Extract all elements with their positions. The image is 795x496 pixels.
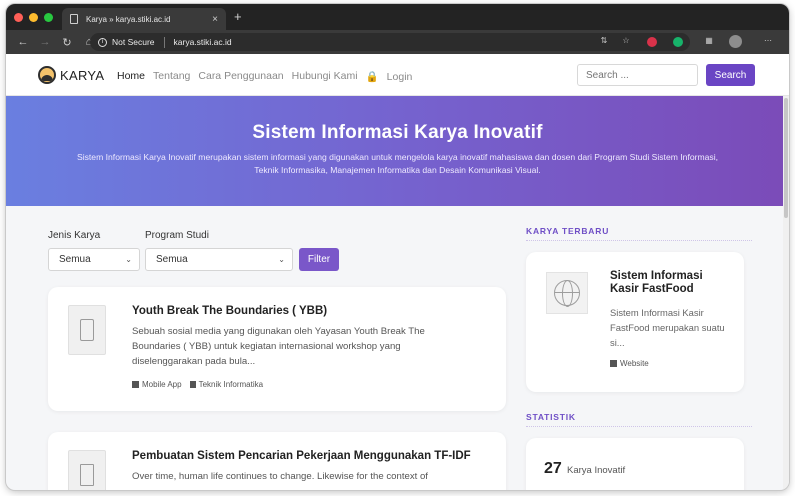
back-icon[interactable]: ← bbox=[12, 36, 34, 48]
karya-card[interactable]: Pembuatan Sistem Pencarian Pekerjaan Men… bbox=[48, 432, 506, 490]
hero-subtitle: Sistem Informasi Karya Inovatif merupaka… bbox=[76, 152, 718, 175]
karya-card[interactable]: Youth Break The Boundaries ( YBB) Sebuah… bbox=[48, 287, 506, 411]
card-prodi[interactable]: Teknik Informatika bbox=[189, 380, 264, 389]
tab-title: Karya » karya.stiki.ac.id bbox=[86, 14, 171, 24]
chevron-down-icon: ⌄ bbox=[125, 255, 132, 264]
url-text: karya.stiki.ac.id bbox=[173, 37, 232, 47]
tab-close-icon[interactable]: × bbox=[212, 14, 218, 25]
filter-button[interactable]: Filter bbox=[299, 248, 339, 271]
card-description: Sebuah sosial media yang digunakan oleh … bbox=[132, 326, 425, 367]
statistik-heading: STATISTIK bbox=[526, 412, 576, 422]
nav-item-tentang[interactable]: Tentang bbox=[153, 70, 190, 83]
browser-tab[interactable]: Karya » karya.stiki.ac.id × bbox=[62, 8, 226, 30]
brand[interactable]: KARYA bbox=[38, 66, 104, 84]
website-globe-icon bbox=[546, 272, 588, 314]
scrollbar[interactable] bbox=[783, 96, 789, 490]
jenis-karya-value: Semua bbox=[59, 254, 91, 265]
security-label: Not Secure bbox=[112, 37, 155, 47]
divider bbox=[526, 240, 752, 241]
program-studi-value: Semua bbox=[156, 254, 188, 265]
stat-card: 27 Karya Inovatif bbox=[526, 438, 744, 490]
program-studi-label: Program Studi bbox=[145, 230, 209, 241]
search-button[interactable]: Search bbox=[706, 64, 755, 86]
site-navbar: KARYA Home Tentang Cara Penggunaan Hubun… bbox=[6, 54, 789, 96]
document-icon bbox=[68, 450, 106, 490]
nav-item-home[interactable]: Home bbox=[117, 70, 145, 83]
stat-value: 27 bbox=[544, 460, 562, 477]
card-type-label: Mobile App bbox=[142, 380, 182, 389]
nav-item-hubungi-kami[interactable]: Hubungi Kami bbox=[292, 70, 358, 83]
login-label: Login bbox=[386, 71, 413, 83]
minimize-window-button[interactable] bbox=[29, 13, 38, 22]
scrollbar-thumb[interactable] bbox=[784, 98, 788, 218]
jenis-karya-select[interactable]: Semua ⌄ bbox=[48, 248, 140, 271]
hero-banner: Sistem Informasi Karya Inovatif Sistem I… bbox=[6, 96, 789, 206]
stat-label: Karya Inovatif bbox=[567, 465, 626, 476]
forward-icon[interactable]: → bbox=[34, 36, 56, 48]
more-menu-icon[interactable]: ⋯ bbox=[762, 34, 774, 46]
new-tab-button[interactable]: + bbox=[234, 9, 242, 24]
close-window-button[interactable] bbox=[14, 13, 23, 22]
extension-grammarly-icon[interactable] bbox=[673, 37, 683, 47]
omnibox-divider bbox=[163, 36, 165, 48]
page-icon bbox=[70, 14, 78, 24]
translate-icon[interactable]: ⇅ bbox=[598, 34, 610, 46]
program-studi-select[interactable]: Semua ⌄ bbox=[145, 248, 293, 271]
chevron-down-icon: ⌄ bbox=[278, 255, 285, 264]
card-title[interactable]: Pembuatan Sistem Pencarian Pekerjaan Men… bbox=[132, 450, 471, 462]
card-title[interactable]: Youth Break The Boundaries ( YBB) bbox=[132, 305, 327, 317]
card-type[interactable]: Mobile App bbox=[132, 380, 182, 389]
browser-window: Karya » karya.stiki.ac.id × + ← → ↻ ⌂ i … bbox=[6, 4, 789, 490]
latest-karya-title[interactable]: Sistem Informasi Kasir FastFood bbox=[610, 270, 730, 296]
jenis-karya-label: Jenis Karya bbox=[48, 230, 101, 241]
card-prodi-label: Teknik Informatika bbox=[198, 380, 264, 389]
reload-icon[interactable]: ↻ bbox=[56, 36, 78, 49]
collections-icon[interactable]: ▦ bbox=[703, 34, 715, 46]
search-input[interactable] bbox=[577, 64, 698, 86]
latest-karya-description: Sistem Informasi Kasir FastFood merupaka… bbox=[610, 307, 725, 348]
lock-icon: 🔒 bbox=[365, 71, 379, 83]
extension-ublock-icon[interactable] bbox=[647, 37, 657, 47]
card-description: Over time, human life continues to chang… bbox=[132, 471, 428, 482]
hero-title: Sistem Informasi Karya Inovatif bbox=[252, 122, 543, 143]
divider bbox=[526, 426, 752, 427]
title-bar: Karya » karya.stiki.ac.id × + bbox=[6, 4, 789, 30]
window-controls bbox=[14, 13, 53, 22]
profile-avatar[interactable] bbox=[729, 35, 742, 48]
address-bar: ← → ↻ ⌂ i Not Secure karya.stiki.ac.id ⇅… bbox=[6, 30, 789, 54]
card-meta: Mobile App Teknik Informatika bbox=[132, 380, 263, 389]
info-icon[interactable]: i bbox=[98, 37, 107, 47]
karya-terbaru-heading: KARYA TERBARU bbox=[526, 226, 610, 236]
latest-karya-type-label: Website bbox=[620, 359, 649, 368]
favorite-star-icon[interactable]: ☆ bbox=[620, 34, 632, 46]
latest-karya-type[interactable]: Website bbox=[610, 359, 649, 368]
bookmark-icon bbox=[189, 381, 196, 388]
copy-icon bbox=[132, 381, 139, 388]
mobile-app-icon bbox=[68, 305, 106, 355]
logo-icon bbox=[38, 66, 56, 84]
nav-item-cara-penggunaan[interactable]: Cara Penggunaan bbox=[198, 70, 283, 83]
brand-name: KARYA bbox=[60, 67, 105, 83]
nav-menu: Home Tentang Cara Penggunaan Hubungi Kam… bbox=[117, 70, 428, 83]
latest-karya-card[interactable]: Sistem Informasi Kasir FastFood Sistem I… bbox=[526, 252, 744, 392]
maximize-window-button[interactable] bbox=[44, 13, 53, 22]
copy-icon bbox=[610, 360, 617, 367]
nav-item-login[interactable]: 🔒 Login bbox=[366, 70, 421, 83]
